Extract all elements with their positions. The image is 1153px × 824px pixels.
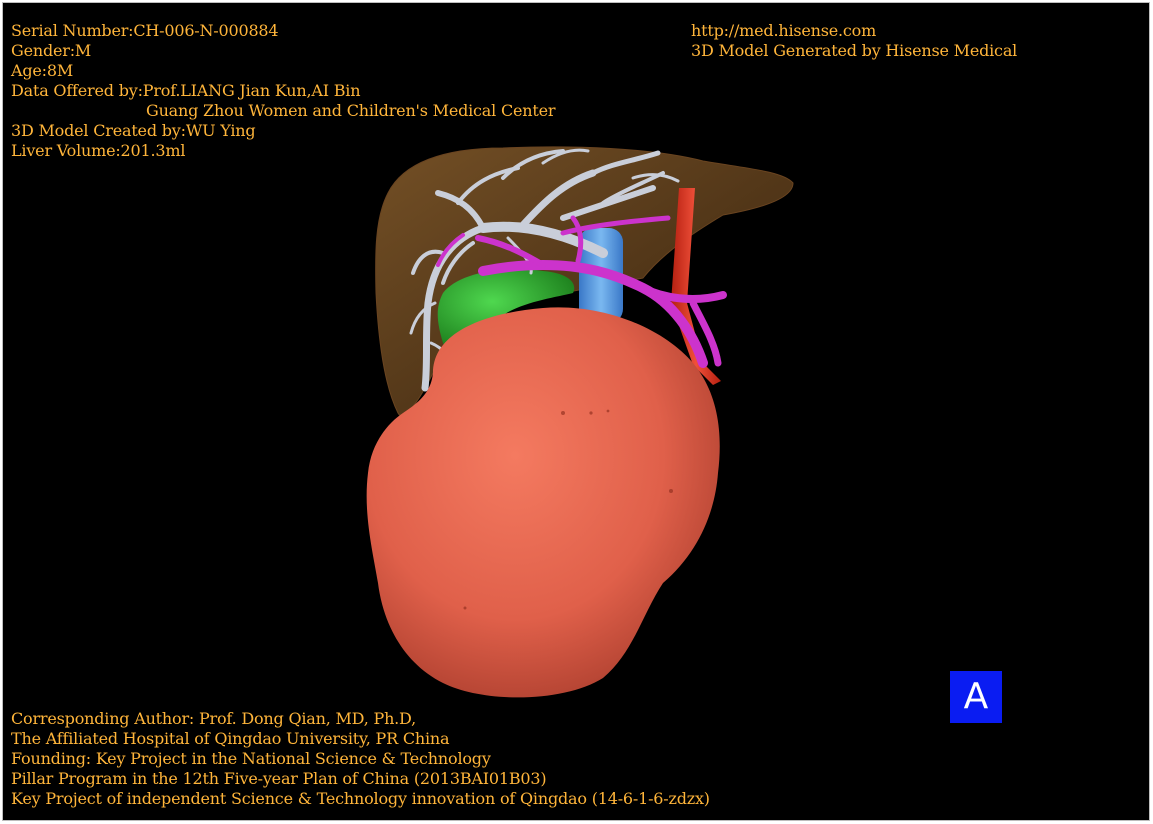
credits: Corresponding Author: Prof. Dong Qian, M… [11, 709, 710, 809]
affiliation: The Affiliated Hospital of Qingdao Unive… [11, 729, 450, 748]
generated-by: 3D Model Generated by Hisense Medical [691, 41, 1018, 60]
liver-volume: Liver Volume:201.3ml [11, 141, 186, 160]
gender: Gender:M [11, 41, 92, 60]
viewer-frame: Serial Number:CH-006-N-000884 Gender:M A… [2, 2, 1150, 821]
key-project: Key Project of independent Science & Tec… [11, 789, 710, 808]
serial-number: Serial Number:CH-006-N-000884 [11, 21, 279, 40]
founding: Founding: Key Project in the National Sc… [11, 749, 491, 768]
model-created-by: 3D Model Created by:WU Ying [11, 121, 256, 140]
source-info: http://med.hisense.com 3D Model Generate… [691, 21, 1017, 61]
corresponding-author: Corresponding Author: Prof. Dong Qian, M… [11, 709, 417, 728]
patient-info: Serial Number:CH-006-N-000884 Gender:M A… [11, 21, 556, 161]
data-offered-by: Data Offered by:Prof.LIANG Jian Kun,AI B… [11, 81, 361, 100]
medical-center: Guang Zhou Women and Children's Medical … [146, 101, 556, 120]
source-url: http://med.hisense.com [691, 21, 877, 40]
age: Age:8M [11, 61, 74, 80]
pillar-program: Pillar Program in the 12th Five-year Pla… [11, 769, 547, 788]
view-label-badge: A [950, 671, 1002, 723]
